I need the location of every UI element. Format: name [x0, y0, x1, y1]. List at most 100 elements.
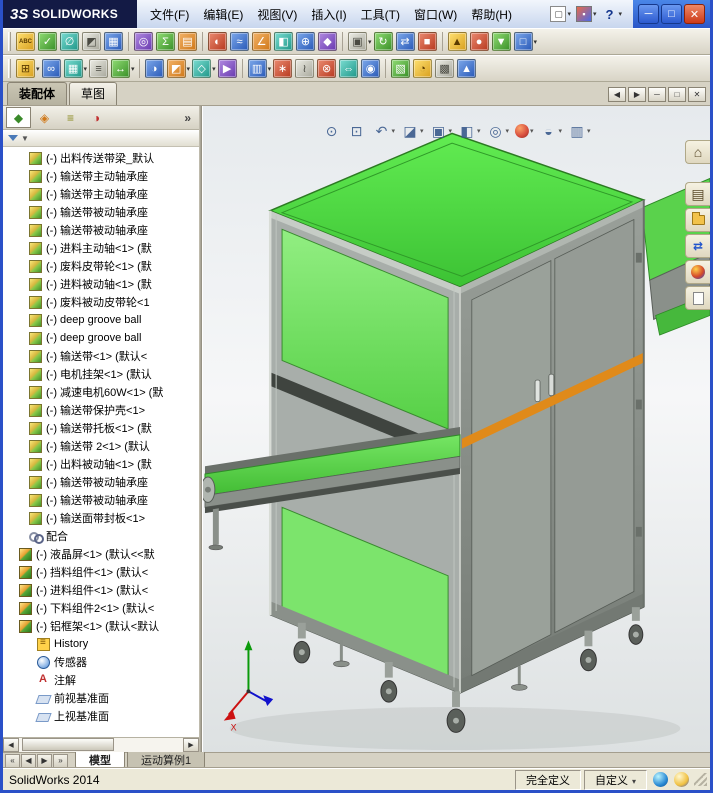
toolbar-button[interactable]: ABC — [15, 32, 37, 51]
toolbar-button[interactable]: ⊗ — [316, 59, 338, 78]
hud-button[interactable]: ▣ ▾ — [427, 122, 454, 140]
scroll-first-button[interactable]: « — [5, 753, 20, 768]
close-button[interactable]: ✕ — [684, 4, 705, 24]
tree-item[interactable]: (-) 进料组件<1> (默认< — [3, 581, 199, 599]
toolbar-grip[interactable] — [8, 59, 11, 78]
hud-button[interactable]: ◎ ▾ — [485, 122, 512, 140]
tree-item[interactable]: 注解 — [3, 671, 199, 689]
tree-item[interactable]: (-) 下料组件2<1> (默认< — [3, 599, 199, 617]
toolbar-button[interactable]: ▦ — [103, 32, 129, 51]
tree-item[interactable]: (-) 输送带主动轴承座 — [3, 167, 199, 185]
view-palette-icon[interactable]: ⇄ — [685, 234, 710, 258]
hud-button[interactable]: ▥ ▾ — [566, 122, 593, 140]
hud-button[interactable]: ● ▾ — [513, 124, 536, 138]
tab-motion-study[interactable]: 运动算例1 — [127, 751, 206, 770]
filter-dropdown-icon[interactable]: ▼ — [21, 134, 29, 143]
minimize-button[interactable]: ─ — [638, 4, 659, 24]
toolbar-button[interactable]: ◑ — [144, 59, 166, 78]
tree-item[interactable]: (-) 液晶屏<1> (默认<<默 — [3, 545, 199, 563]
model-3d-view[interactable]: X — [203, 106, 710, 752]
toolbar-button[interactable]: □ ▾ — [513, 32, 539, 51]
graphics-viewport[interactable]: X ⊙ ⊡ ↶ ▾ ◪ ▾ ▣ ▾ ◧ ▾ ◎ ▾ ▾ ◒ ▾ ▥ ▾ ⌂ ▤ … — [202, 106, 710, 752]
menu-item[interactable]: 工具(T) — [354, 4, 407, 25]
hud-button[interactable]: ⊙ — [320, 122, 343, 140]
tree-item[interactable]: (-) 输送带被动轴承座 — [3, 473, 199, 491]
toolbar-button[interactable]: ◆ — [317, 32, 343, 51]
tree-item[interactable]: (-) 输送带被动轴承座 — [3, 203, 199, 221]
file-explorer-icon[interactable] — [685, 208, 710, 232]
toolbar-button[interactable]: ▩ — [434, 59, 456, 78]
tree-item[interactable]: (-) 输送带托板<1> (默 — [3, 419, 199, 437]
featuremanager-tab[interactable]: ◆ — [6, 107, 31, 128]
appearances-icon[interactable] — [685, 260, 710, 284]
scroll-prev-button[interactable]: ◀ — [21, 753, 36, 768]
displaymanager-tab[interactable]: ◑ — [84, 107, 109, 128]
toolbar-button[interactable]: ∠ — [251, 32, 273, 51]
tree-item[interactable]: (-) 输送面带封板<1> — [3, 509, 199, 527]
toolbar-button[interactable]: ≡ — [88, 59, 110, 78]
tree-item[interactable]: (-) 电机挂架<1> (默认 — [3, 365, 199, 383]
menu-item[interactable]: 插入(I) — [304, 4, 353, 25]
scroll-next-button[interactable]: ▶ — [37, 753, 52, 768]
toolbar-button[interactable]: ↻ — [373, 32, 395, 51]
tree-item[interactable]: (-) 输送带 2<1> (默认 — [3, 437, 199, 455]
toolbar-button[interactable]: ◐ — [207, 32, 229, 51]
toolbar-button[interactable]: Σ — [155, 32, 177, 51]
door-handle[interactable] — [548, 373, 555, 397]
tree-item[interactable]: (-) deep groove ball — [3, 311, 199, 329]
menu-item[interactable]: 帮助(H) — [464, 4, 519, 25]
toolbar-button[interactable]: ◇ ▾ — [191, 59, 217, 78]
next-document-button[interactable]: ▶ — [628, 87, 646, 102]
tree-item[interactable]: (-) 输送带被动轴承座 — [3, 221, 199, 239]
toolbar-button[interactable]: ◩ — [81, 32, 103, 51]
maximize-button[interactable]: □ — [661, 4, 682, 24]
toolbar-button[interactable]: ◧ — [273, 32, 295, 51]
tree-item[interactable]: (-) 废料被动皮带轮<1 — [3, 293, 199, 311]
tree-item[interactable]: (-) 进料被动轴<1> (默 — [3, 275, 199, 293]
toolbar-button[interactable]: ∅ — [59, 32, 81, 51]
custom-properties-icon[interactable] — [685, 286, 710, 310]
toolbar-button[interactable]: ● — [469, 32, 491, 51]
propertymanager-tab[interactable]: ◈ — [32, 107, 57, 128]
doc-minimize-button[interactable]: ─ — [648, 87, 666, 102]
tree-item[interactable]: (-) deep groove ball — [3, 329, 199, 347]
tree-item[interactable]: (-) 出料被动轴<1> (默 — [3, 455, 199, 473]
tree-item[interactable]: 配合 — [3, 527, 199, 545]
scroll-left-button[interactable]: ◀ — [3, 738, 19, 752]
toolbar-button[interactable]: ▤ — [177, 32, 203, 51]
toolbar-button[interactable]: ◎ — [133, 32, 155, 51]
menu-item[interactable]: 编辑(E) — [196, 4, 250, 25]
hud-button[interactable]: ↶ ▾ — [370, 122, 397, 140]
toolbar-button[interactable]: ≈ — [229, 32, 251, 51]
tree-item[interactable]: (-) 铝框架<1> (默认<默认 — [3, 617, 199, 635]
tree-item[interactable]: (-) 输送带保护壳<1> — [3, 401, 199, 419]
menu-item[interactable]: 文件(F) — [143, 4, 196, 25]
toolbar-button[interactable]: ⊕ — [295, 32, 317, 51]
community-icon[interactable] — [674, 772, 689, 787]
tab-model[interactable]: 模型 — [75, 751, 125, 770]
hud-button[interactable]: ⊡ — [345, 122, 368, 140]
quick-access-button[interactable]: ▪ ▾ — [575, 6, 596, 22]
help-sphere-icon[interactable] — [653, 772, 668, 787]
tree-item[interactable]: (-) 挡料组件<1> (默认< — [3, 563, 199, 581]
toolbar-button[interactable]: ↔ ▾ — [110, 59, 140, 78]
scroll-thumb[interactable] — [22, 738, 114, 751]
toolbar-button[interactable]: ▧ — [390, 59, 412, 78]
custom-status-button[interactable]: 自定义 ▾ — [583, 769, 647, 790]
tree-item[interactable]: (-) 输送带<1> (默认< — [3, 347, 199, 365]
design-library-icon[interactable]: ▤ — [685, 182, 710, 206]
previous-document-button[interactable]: ◀ — [608, 87, 626, 102]
doc-restore-button[interactable]: □ — [668, 87, 686, 102]
hud-button[interactable]: ◒ ▾ — [538, 122, 565, 140]
tree-item[interactable]: (-) 减速电机60W<1> (默 — [3, 383, 199, 401]
toolbar-button[interactable]: ▣ ▾ — [347, 32, 373, 51]
door-handle[interactable] — [534, 379, 541, 402]
tree-item[interactable]: History — [3, 635, 199, 653]
toolbar-button[interactable]: ⇄ — [395, 32, 417, 51]
left-door[interactable] — [471, 260, 552, 677]
toolbar-button[interactable]: ✓ — [37, 32, 59, 51]
toolbar-button[interactable]: ⇔ — [338, 59, 360, 78]
filter-funnel-icon[interactable] — [8, 135, 18, 141]
tree-item[interactable]: (-) 输送带被动轴承座 — [3, 491, 199, 509]
toolbar-button[interactable]: ▲ — [456, 59, 478, 78]
